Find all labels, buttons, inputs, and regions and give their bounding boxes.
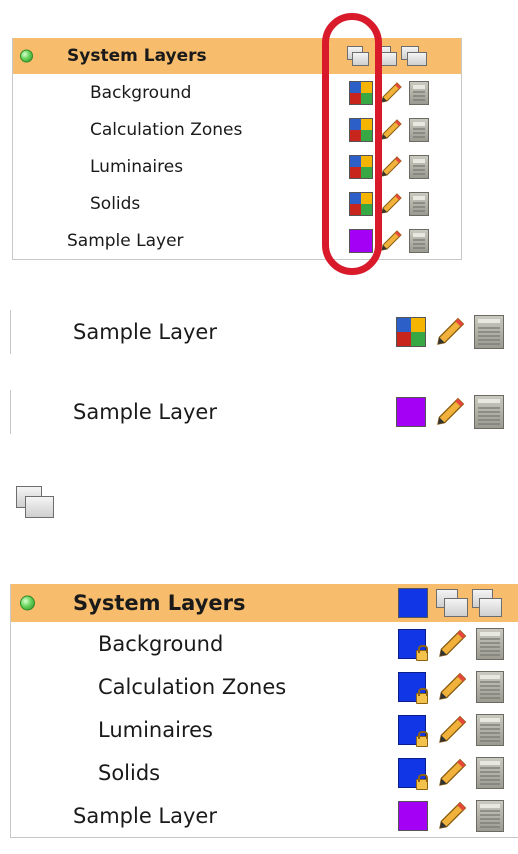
layer-row-solids[interactable]: Solids — [13, 185, 461, 222]
calculator-icon[interactable] — [409, 117, 429, 142]
sample-layer-row-purple[interactable]: Sample Layer — [10, 390, 518, 434]
layer-label: Solids — [98, 760, 161, 785]
calculator-icon[interactable] — [409, 154, 429, 179]
system-layers-header[interactable]: System Layers — [11, 584, 518, 622]
pencil-icon[interactable] — [379, 155, 403, 179]
layer-label: Background — [90, 82, 192, 103]
layer-label: Sample Layer — [67, 230, 184, 251]
pencil-icon[interactable] — [434, 396, 466, 428]
system-layers-label: System Layers — [73, 591, 246, 615]
color-swatch-icon[interactable] — [396, 397, 426, 427]
pencil-icon[interactable] — [379, 192, 403, 216]
layer-stack-icon[interactable] — [401, 46, 427, 66]
layer-label: Sample Layer — [73, 400, 217, 424]
layers-panel-bottom: System Layers Background Calculation Zon… — [10, 584, 518, 838]
pencil-icon[interactable] — [434, 316, 466, 348]
calculator-icon[interactable] — [474, 315, 504, 349]
color-swatch-icon[interactable] — [398, 757, 428, 790]
system-layers-label: System Layers — [67, 46, 207, 66]
layer-label: Calculation Zones — [98, 674, 287, 699]
lock-icon — [416, 644, 428, 661]
calculator-icon[interactable] — [476, 670, 504, 703]
color-swatch-icon[interactable] — [398, 714, 428, 747]
calculator-icon[interactable] — [409, 228, 429, 253]
pencil-icon[interactable] — [379, 118, 403, 142]
calculator-icon[interactable] — [409, 80, 429, 105]
layer-label: Luminaires — [98, 717, 213, 742]
status-dot-icon — [20, 49, 33, 63]
highlight-circle — [322, 13, 382, 275]
calculator-icon[interactable] — [474, 395, 504, 429]
layer-label: Calculation Zones — [90, 119, 243, 140]
layers-panel-top: System Layers Background Calculation Zon… — [12, 38, 462, 260]
layer-row-luminaires[interactable]: Luminaires — [13, 148, 461, 185]
lock-icon — [416, 687, 428, 704]
color-swatch-icon[interactable] — [398, 671, 428, 704]
pencil-icon[interactable] — [436, 757, 468, 789]
calculator-icon[interactable] — [476, 799, 504, 832]
layer-row-background[interactable]: Background — [13, 74, 461, 111]
calculator-icon[interactable] — [409, 191, 429, 216]
layer-stack-icon[interactable] — [472, 589, 502, 618]
sample-layer-row-mixed[interactable]: Sample Layer — [10, 310, 518, 354]
layer-stack-icon[interactable] — [16, 486, 55, 518]
pencil-icon[interactable] — [436, 800, 468, 832]
layer-label: Sample Layer — [73, 320, 217, 344]
system-layers-header[interactable]: System Layers — [13, 38, 461, 74]
lock-icon — [416, 773, 428, 790]
layer-label: Solids — [90, 193, 141, 214]
color-swatch-icon[interactable] — [398, 800, 428, 831]
calculator-icon[interactable] — [476, 627, 504, 660]
layer-row-sample[interactable]: Sample Layer — [11, 794, 518, 837]
color-swatch-icon[interactable] — [398, 588, 428, 618]
pencil-icon[interactable] — [379, 81, 403, 105]
layer-row-calculation-zones[interactable]: Calculation Zones — [11, 665, 518, 708]
calculator-icon[interactable] — [476, 713, 504, 746]
calculator-icon[interactable] — [476, 756, 504, 789]
layer-stack-icon[interactable] — [436, 589, 468, 618]
layer-row-luminaires[interactable]: Luminaires — [11, 708, 518, 751]
color-swatch-icon[interactable] — [398, 628, 428, 661]
pencil-icon[interactable] — [436, 671, 468, 703]
layer-row-background[interactable]: Background — [11, 622, 518, 665]
pencil-icon[interactable] — [379, 229, 403, 253]
status-dot-icon — [20, 595, 35, 611]
layer-label: Luminaires — [90, 156, 184, 177]
layer-row-solids[interactable]: Solids — [11, 751, 518, 794]
lock-icon — [416, 730, 428, 747]
layer-label: Sample Layer — [73, 803, 217, 828]
pencil-icon[interactable] — [436, 628, 468, 660]
color-swatch-icon[interactable] — [396, 317, 426, 347]
layer-label: Background — [98, 631, 224, 656]
layer-row-sample[interactable]: Sample Layer — [13, 222, 461, 259]
layer-row-calculation-zones[interactable]: Calculation Zones — [13, 111, 461, 148]
pencil-icon[interactable] — [436, 714, 468, 746]
